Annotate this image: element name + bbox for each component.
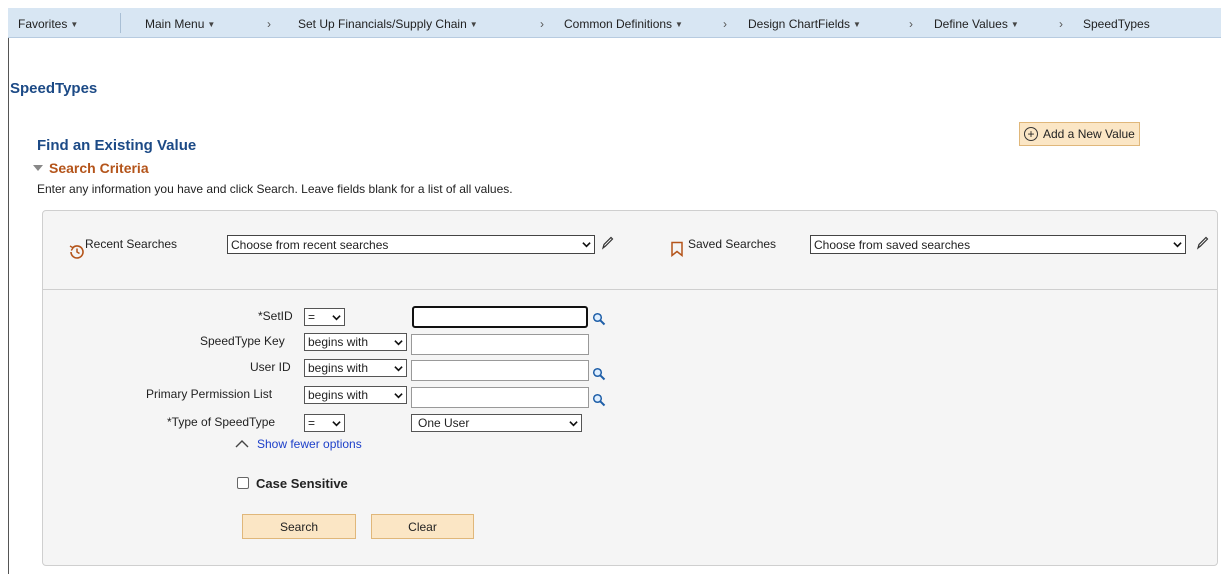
saved-searches-select[interactable]: Choose from saved searches bbox=[810, 235, 1186, 254]
case-sensitive-label: Case Sensitive bbox=[256, 476, 348, 491]
breadcrumb-label: Design ChartFields bbox=[748, 17, 851, 31]
breadcrumb-label: Set Up Financials/Supply Chain bbox=[298, 17, 467, 31]
chevron-right-icon: › bbox=[909, 17, 913, 31]
breadcrumb-setup-financials[interactable]: Set Up Financials/Supply Chain ▼ bbox=[298, 17, 478, 31]
user-id-operator-value: begins with bbox=[308, 361, 369, 375]
find-existing-title: Find an Existing Value bbox=[37, 137, 197, 154]
instructions-text: Enter any information you have and click… bbox=[37, 182, 513, 196]
chevron-down-icon: ▼ bbox=[853, 20, 861, 29]
type-of-speedtype-operator-select[interactable]: = bbox=[304, 414, 345, 432]
chevron-down-icon bbox=[394, 365, 403, 371]
panel-divider bbox=[43, 289, 1217, 290]
type-of-speedtype-select[interactable]: One User bbox=[411, 414, 582, 432]
breadcrumb-label: Common Definitions bbox=[564, 17, 673, 31]
chevron-down-icon bbox=[394, 392, 403, 398]
add-new-value-button[interactable]: + Add a New Value bbox=[1019, 122, 1140, 146]
chevron-down-icon: ▼ bbox=[1010, 20, 1019, 29]
recent-searches-value: Choose from recent searches bbox=[231, 237, 389, 252]
triangle-down-icon bbox=[33, 165, 43, 171]
nav-main-menu[interactable]: Main Menu ▼ bbox=[145, 17, 215, 31]
chevron-down-icon bbox=[582, 242, 591, 248]
search-criteria-toggle[interactable]: Search Criteria bbox=[33, 160, 149, 176]
pencil-icon[interactable] bbox=[1195, 235, 1209, 251]
recent-searches-select[interactable]: Choose from recent searches bbox=[227, 235, 595, 254]
saved-searches-value: Choose from saved searches bbox=[814, 237, 971, 252]
chevron-right-icon: › bbox=[540, 17, 544, 31]
bookmark-icon[interactable] bbox=[670, 241, 684, 257]
type-of-speedtype-operator-value: = bbox=[308, 416, 316, 430]
chevron-down-icon bbox=[332, 420, 341, 426]
type-of-speedtype-value: One User bbox=[418, 416, 470, 430]
nav-separator bbox=[120, 13, 121, 33]
breadcrumb-define-values[interactable]: Define Values ▼ bbox=[934, 17, 1019, 31]
speedtype-key-label: SpeedType Key bbox=[200, 334, 285, 348]
lookup-magnifier-icon[interactable] bbox=[592, 393, 606, 407]
chevron-right-icon: › bbox=[267, 17, 271, 31]
add-new-value-label: Add a New Value bbox=[1043, 127, 1135, 141]
breadcrumb-common-definitions[interactable]: Common Definitions ▼ bbox=[564, 17, 683, 31]
search-button[interactable]: Search bbox=[242, 514, 356, 539]
chevron-down-icon: ▼ bbox=[70, 20, 79, 29]
saved-searches-label: Saved Searches bbox=[688, 237, 777, 251]
page-title: SpeedTypes bbox=[10, 80, 98, 97]
speedtype-key-input[interactable] bbox=[411, 334, 589, 355]
user-id-input[interactable] bbox=[411, 360, 589, 381]
recent-searches-label: Recent Searches bbox=[85, 237, 178, 251]
clock-history-icon[interactable] bbox=[68, 243, 86, 261]
nav-main-menu-label: Main Menu bbox=[145, 17, 205, 31]
lookup-magnifier-icon[interactable] bbox=[592, 367, 606, 381]
primary-permission-list-operator-select[interactable]: begins with bbox=[304, 386, 407, 404]
chevron-down-icon: ▼ bbox=[469, 20, 478, 29]
breadcrumb-label: Define Values bbox=[934, 17, 1008, 31]
chevron-down-icon bbox=[332, 314, 341, 320]
breadcrumb-design-chartfields[interactable]: Design ChartFields ▼ bbox=[748, 17, 861, 31]
setid-input[interactable] bbox=[412, 306, 588, 328]
setid-operator-select[interactable]: = bbox=[304, 308, 345, 326]
chevron-right-icon: › bbox=[723, 17, 727, 31]
nav-bar: Favorites ▼ Main Menu ▼ › Set Up Financial… bbox=[8, 8, 1221, 38]
frame-border bbox=[8, 38, 9, 574]
nav-favorites-label: Favorites bbox=[18, 17, 68, 31]
primary-permission-list-operator-value: begins with bbox=[308, 388, 369, 402]
nav-favorites[interactable]: Favorites ▼ bbox=[18, 17, 78, 31]
chevron-down-icon: ▼ bbox=[675, 20, 683, 29]
chevron-down-icon bbox=[394, 339, 403, 345]
chevron-down-icon: ▼ bbox=[207, 20, 216, 29]
user-id-label: User ID bbox=[250, 360, 291, 374]
user-id-operator-select[interactable]: begins with bbox=[304, 359, 407, 377]
speedtype-key-operator-value: begins with bbox=[308, 335, 369, 349]
show-fewer-options-link[interactable]: Show fewer options bbox=[257, 437, 362, 451]
search-criteria-label: Search Criteria bbox=[49, 160, 149, 176]
speedtype-key-operator-select[interactable]: begins with bbox=[304, 333, 407, 351]
breadcrumb-speedtypes[interactable]: SpeedTypes bbox=[1083, 17, 1150, 31]
chevron-right-icon: › bbox=[1059, 17, 1063, 31]
chevron-down-icon bbox=[569, 420, 578, 426]
chevron-up-icon[interactable] bbox=[235, 439, 249, 449]
case-sensitive-checkbox[interactable] bbox=[237, 477, 249, 489]
clear-button[interactable]: Clear bbox=[371, 514, 474, 539]
primary-permission-list-input[interactable] bbox=[411, 387, 589, 408]
pencil-icon[interactable] bbox=[600, 235, 614, 251]
lookup-magnifier-icon[interactable] bbox=[592, 312, 606, 326]
setid-operator-value: = bbox=[308, 310, 316, 324]
plus-circle-icon: + bbox=[1024, 127, 1038, 141]
primary-permission-list-label: Primary Permission List bbox=[146, 387, 273, 401]
setid-label: *SetID bbox=[258, 309, 293, 323]
type-of-speedtype-label: *Type of SpeedType bbox=[167, 415, 276, 429]
chevron-down-icon bbox=[1173, 242, 1182, 248]
